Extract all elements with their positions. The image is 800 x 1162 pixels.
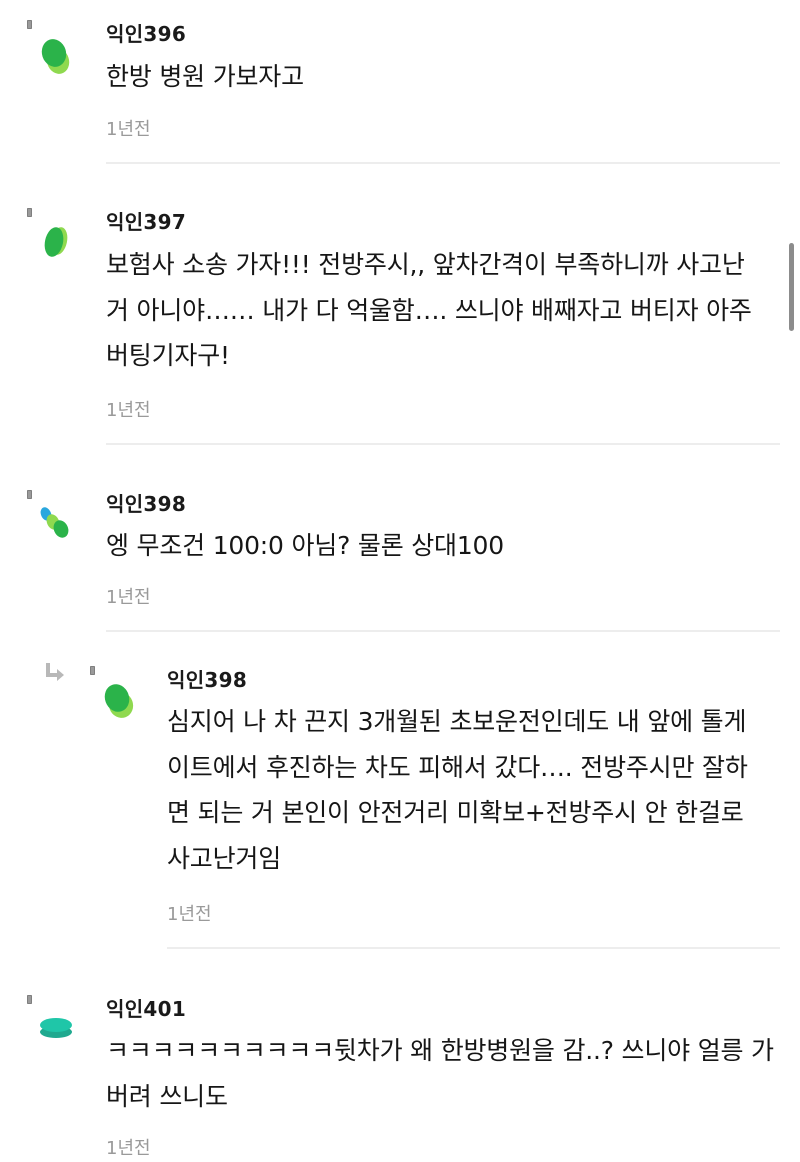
avatar-icon [44,227,68,257]
comment-time: 1년전 [106,587,151,608]
comment-author[interactable]: 익인398 [167,664,247,693]
reply-arrow-icon [46,663,64,681]
comment-divider [106,630,780,632]
badge-icon [27,995,32,1004]
avatar-icon [41,39,70,74]
comment-divider [106,443,780,445]
scrollbar[interactable] [789,243,794,331]
comment-text: 심지어 나 차 끈지 3개월된 초보운전인데도 내 앞에 톨게 이트에서 후진하… [167,707,748,873]
comment-time: 1년전 [106,400,151,421]
comment-author[interactable]: 익인397 [106,206,186,235]
badge-icon [90,666,95,675]
comment-time: 1년전 [106,119,151,140]
comment-divider [167,947,780,949]
avatar-icon [104,684,134,718]
comment-time: 1년전 [106,1138,151,1159]
comment-time: 1년전 [167,904,212,925]
comment-author[interactable]: 익인401 [106,993,186,1022]
comment-divider [106,162,780,164]
badge-icon [27,20,32,29]
badge-icon [27,208,32,217]
comment-text: ㅋㅋㅋㅋㅋㅋㅋㅋㅋㅋ뒷차가 왜 한방병원을 감..? 쓰니야 얼릉 가 버려 쓰… [106,1036,774,1111]
avatar-icon [40,1018,72,1038]
comment-author[interactable]: 익인398 [106,488,186,517]
comment-author[interactable]: 익인396 [106,18,186,47]
comment-text: 한방 병원 가보자고 [106,62,304,91]
avatar-icon [40,507,69,538]
badge-icon [27,490,32,499]
comment-text: 보험사 소송 가자!!! 전방주시,, 앞차간격이 부족하니까 사고난 거 아니… [106,250,752,370]
comment-text: 엥 무조건 100:0 아님? 물론 상대100 [106,531,504,560]
